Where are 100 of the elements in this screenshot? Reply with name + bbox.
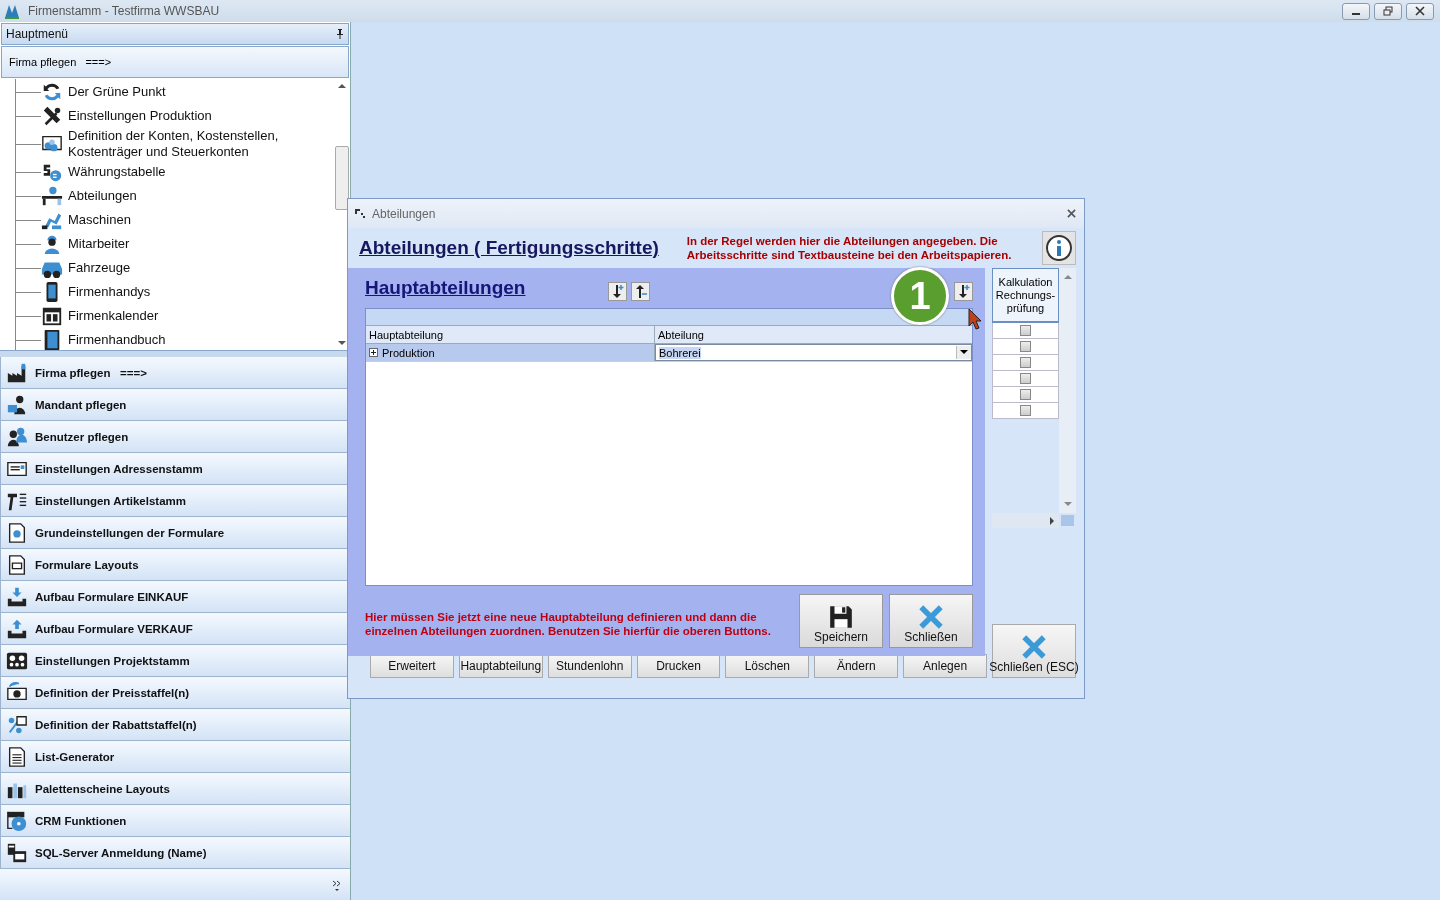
close-icon xyxy=(1021,634,1047,660)
save-button[interactable]: Speichern xyxy=(799,594,883,648)
info-button[interactable] xyxy=(1042,231,1076,265)
scrollbar[interactable] xyxy=(992,513,1059,528)
toolbar-button[interactable]: Stundenlohn xyxy=(547,654,632,678)
tree-item[interactable]: Firmenhandbuch xyxy=(16,328,334,350)
close-icon xyxy=(1415,6,1425,16)
menu-item[interactable]: Aufbau Formulare EINKAUF xyxy=(0,581,350,613)
menu-item[interactable]: Einstellungen Artikelstamm xyxy=(0,485,350,517)
tree-item[interactable]: Mitarbeiter xyxy=(16,232,334,256)
layout-icon xyxy=(6,553,28,576)
tree-item[interactable]: Firmenhandys xyxy=(16,280,334,304)
toolbar-button[interactable]: Anlegen xyxy=(903,654,987,678)
disc-icon xyxy=(6,809,28,832)
menu-item[interactable]: Firma pflegen ===> xyxy=(0,357,350,389)
menu-item[interactable]: Einstellungen Adressenstamm xyxy=(0,453,350,485)
menu-item[interactable]: Grundeinstellungen der Formulare xyxy=(0,517,350,549)
menu-item[interactable]: Palettenscheine Layouts xyxy=(0,773,350,805)
checkbox[interactable] xyxy=(1020,405,1031,416)
calendar-icon xyxy=(41,305,63,327)
pin-icon[interactable] xyxy=(336,29,344,39)
move-down-add-button[interactable] xyxy=(954,281,973,301)
info-icon xyxy=(1045,234,1073,262)
checkbox[interactable] xyxy=(1020,373,1031,384)
hint-text: In der Regel werden hier die Abteilungen angegeben. Die Arbeitsschritte sind Textbausteine bei den Arbeitspapieren. xyxy=(686,234,1013,262)
toolbar-button[interactable]: Drucken xyxy=(636,654,721,678)
toolbar-button[interactable]: Ändern xyxy=(814,654,899,678)
restore-button[interactable] xyxy=(1374,2,1402,20)
minimize-icon xyxy=(1352,13,1360,15)
toolbar-button[interactable]: Erweitert xyxy=(370,654,454,678)
app-logo-icon xyxy=(4,3,20,19)
tree-item[interactable]: Der Grüne Punkt xyxy=(16,80,334,104)
close-button[interactable] xyxy=(1406,2,1434,20)
desk-icon xyxy=(41,185,63,207)
document-gear-icon xyxy=(6,521,28,544)
tree-item[interactable]: Einstellungen Produktion xyxy=(16,104,334,128)
menu-item[interactable]: Formulare Layouts xyxy=(0,549,350,581)
tree-item[interactable]: Maschinen xyxy=(16,208,334,232)
tree-item[interactable]: Fahrzeuge xyxy=(16,256,334,280)
user-monitor-icon xyxy=(6,393,28,416)
caret-icon[interactable] xyxy=(960,350,968,355)
percent-icon xyxy=(6,713,28,736)
checkbox[interactable] xyxy=(1020,389,1031,400)
chevron-icon[interactable] xyxy=(332,880,342,892)
menu-item[interactable]: Mandant pflegen xyxy=(0,389,350,421)
tree-item[interactable]: Abteilungen xyxy=(16,184,334,208)
tray-up-icon xyxy=(6,617,28,640)
scroll-down-icon[interactable] xyxy=(338,341,346,346)
menu-item[interactable]: Definition der Rabattstaffel(n) xyxy=(0,709,350,741)
dialog-title: Abteilungen xyxy=(372,206,436,221)
expand-icon[interactable] xyxy=(369,348,378,357)
tray-down-icon xyxy=(6,585,28,608)
list-icon xyxy=(6,745,28,768)
close-icon xyxy=(918,604,944,630)
menu-item[interactable]: CRM Funktionen xyxy=(0,805,350,837)
column-header[interactable]: Abteilung xyxy=(655,326,972,343)
users-icon xyxy=(6,425,28,448)
menu-item[interactable]: Aufbau Formulare VERKAUF xyxy=(0,613,350,645)
checkbox[interactable] xyxy=(1020,341,1031,352)
window-icon xyxy=(354,207,366,220)
close-button[interactable]: Schließen xyxy=(889,594,973,648)
move-down-add-button[interactable] xyxy=(608,281,628,301)
corner-box xyxy=(1061,515,1074,526)
factory-icon xyxy=(6,361,28,384)
toolbar-button[interactable]: Hauptabteilung xyxy=(458,654,543,678)
checkbox[interactable] xyxy=(1020,325,1031,336)
tools-icon xyxy=(41,105,63,127)
dropdown-field[interactable]: Bohrerei xyxy=(655,344,972,361)
move-up-remove-button[interactable] xyxy=(631,281,651,301)
dialog-heading: Abteilungen ( Fertigungsschritte) xyxy=(359,237,659,259)
hint-text: Hier müssen Sie jetzt eine neue Hauptabteilung definieren und dann die einzelnen Abteilungen zuordnen. Benutzen Sie hierfür die oberen Buttons. xyxy=(365,610,772,638)
checkbox[interactable] xyxy=(1020,357,1031,368)
restore-icon xyxy=(1383,6,1393,16)
scroll-right-icon[interactable] xyxy=(1050,516,1055,525)
cursor-icon xyxy=(968,308,982,330)
menu-item[interactable]: List-Generator xyxy=(0,741,350,773)
window-title: Firmenstamm - Testfirma WWSBAU xyxy=(28,4,220,18)
panel-title: Hauptmenü xyxy=(6,27,69,41)
menu-item[interactable]: Definition der Preisstaffel(n) xyxy=(0,677,350,709)
tree-item[interactable]: Firmenkalender xyxy=(16,304,334,328)
close-icon[interactable] xyxy=(1067,209,1076,218)
minimize-button[interactable] xyxy=(1342,2,1370,20)
scroll-up-icon[interactable] xyxy=(338,83,346,88)
menu-item[interactable]: Benutzer pflegen xyxy=(0,421,350,453)
toolbar-button[interactable]: Löschen xyxy=(725,654,810,678)
menu-item[interactable]: Einstellungen Projektstamm xyxy=(0,645,350,677)
table-cell: Produktion xyxy=(382,346,435,359)
splitter-handle[interactable] xyxy=(0,350,350,357)
server-icon xyxy=(6,841,28,864)
section-title: Firma pflegen ===> xyxy=(9,56,112,68)
close-esc-button[interactable]: Schließen (ESC) xyxy=(992,624,1076,678)
column-header[interactable]: Kalkulation Rechnungs-prüfung xyxy=(992,268,1059,323)
column-header[interactable]: Hauptabteilung xyxy=(366,326,655,343)
scroll-thumb[interactable] xyxy=(335,146,349,210)
tree-item[interactable]: Definition der Konten, Kostenstellen, Kostenträger und Steuerkonten xyxy=(16,128,334,160)
menu-item[interactable]: SQL-Server Anmeldung (Name) xyxy=(0,837,350,869)
step-badge: 1 xyxy=(891,267,949,325)
recycle-icon xyxy=(41,81,63,103)
section-heading: Hauptabteilungen xyxy=(365,277,526,299)
tree-item[interactable]: Währungstabelle xyxy=(16,160,334,184)
